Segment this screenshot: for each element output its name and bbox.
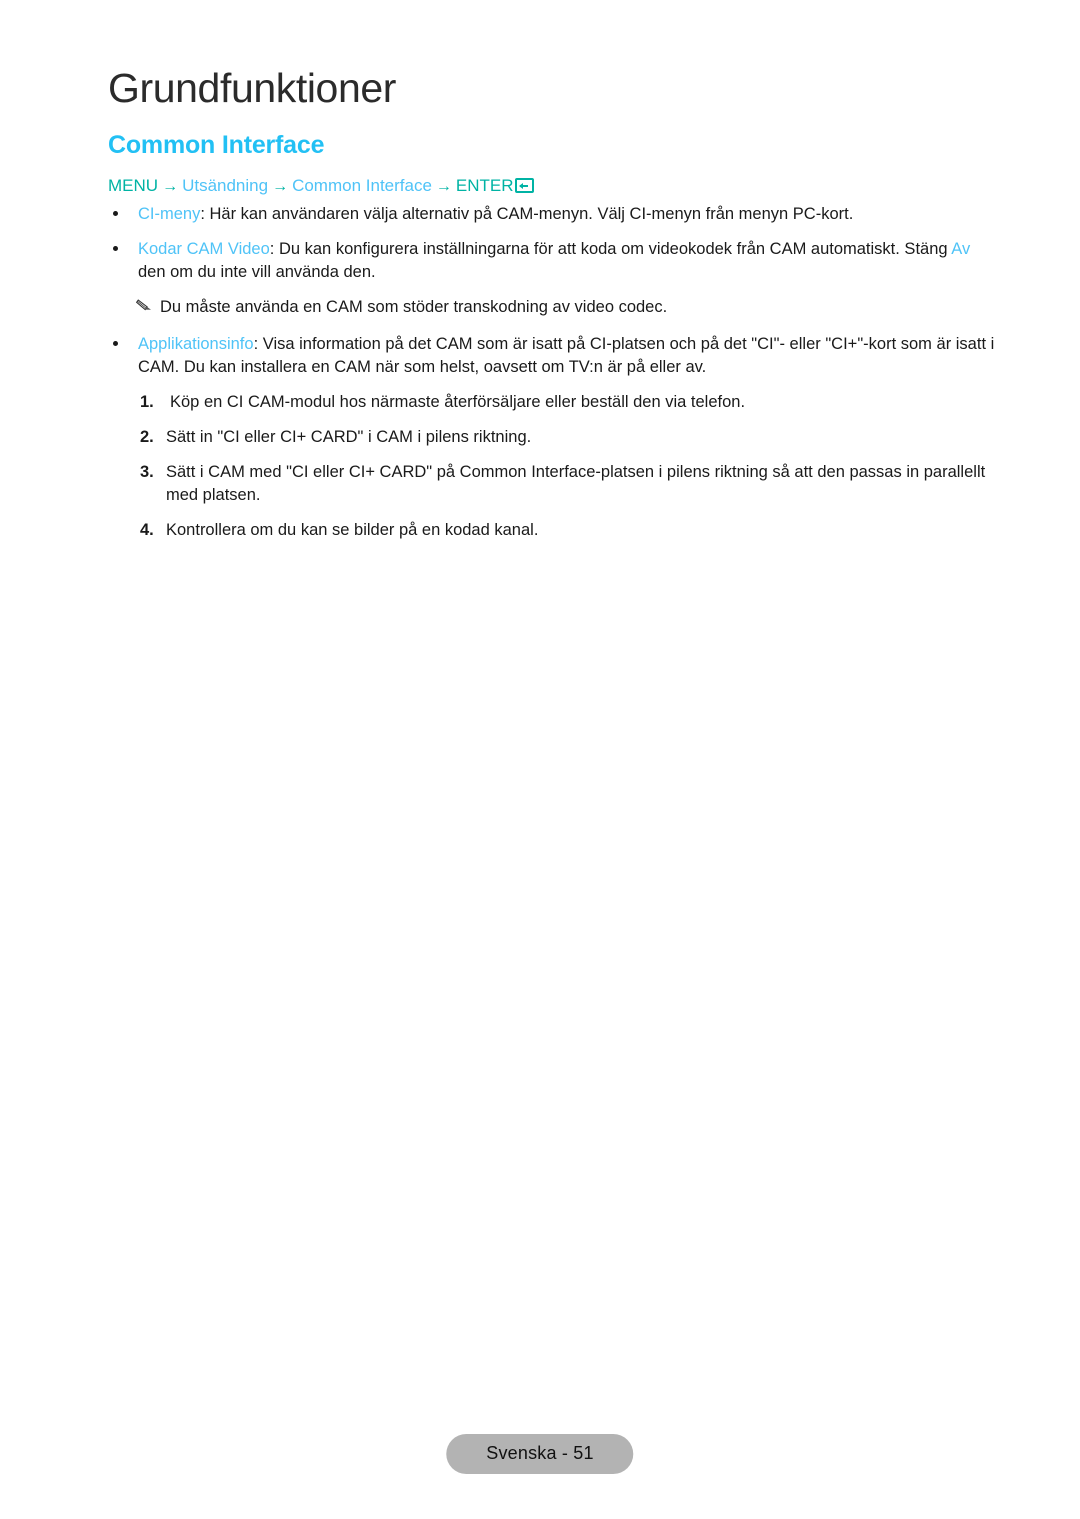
list-item: CI-meny: Här kan användaren välja altern… [0,203,1080,226]
list-item: 3. Sätt i CAM med "CI eller CI+ CARD" på … [0,461,1080,507]
breadcrumb: MENU → Utsändning → Common Interface → ENTER [108,176,534,196]
page-title: Grundfunktioner [108,65,397,111]
enter-key-icon [514,178,534,193]
document-page: Grundfunktioner Common Interface MENU → Ut… [0,0,1080,1519]
note-text: Du måste använda en CAM som stöder trans… [160,298,668,316]
option-name: Applikationsinfo [138,335,254,353]
content-body: CI-meny: Här kan användaren välja altern… [0,203,1080,554]
step-text: Sätt i CAM med "CI eller CI+ CARD" på Co… [166,463,986,504]
step-number: 3. [140,463,154,481]
list-item: Kodar CAM Video: Du kan konfigurera inst… [0,238,1080,284]
option-name: CI-meny [138,205,201,223]
step-number: 4. [140,521,154,539]
breadcrumb-arrow-2: → [272,178,289,195]
bullet-marker [113,211,118,216]
breadcrumb-step-2: Common Interface [292,176,432,195]
list-item: 2. Sätt in "CI eller CI+ CARD" i CAM i pi… [0,426,1080,449]
pencil-icon [135,298,156,316]
step-number: 2. [140,428,154,446]
breadcrumb-arrow-3: → [435,178,452,195]
breadcrumb-arrow-1: → [162,178,179,195]
breadcrumb-menu-key: MENU [108,176,159,195]
numbered-step-list: 1. Köp en CI CAM-modul hos närmaste återf… [0,391,1080,542]
list-item: 1. Köp en CI CAM-modul hos närmaste återf… [0,391,1080,414]
option-description: : Här kan användaren välja alternativ på… [200,205,854,223]
page-indicator: Svenska - 51 [446,1434,634,1474]
list-item: 4. Kontrollera om du kan se bilder på en … [0,519,1080,542]
step-text: Kontrollera om du kan se bilder på en ko… [166,521,539,539]
breadcrumb-step-1: Utsändning [182,176,269,195]
option-description: : Visa information på det CAM som är isa… [138,335,995,376]
step-number: 1. [140,393,154,411]
list-item: Applikationsinfo: Visa information på de… [0,333,1080,379]
option-description-end: den om du inte vill använda den. [138,263,376,281]
breadcrumb-enter-key: ENTER [455,176,514,195]
bullet-marker [113,246,118,251]
step-text: Sätt in "CI eller CI+ CARD" i CAM i pile… [166,428,532,446]
option-value: Av [951,240,971,258]
note-row: Du måste använda en CAM som stöder trans… [0,296,1080,319]
option-description: : Du kan konfigurera inställningarna för… [269,240,952,258]
step-text: Köp en CI CAM-modul hos närmaste återför… [170,393,746,411]
option-name: Kodar CAM Video [138,240,270,258]
section-heading: Common Interface [108,131,325,159]
bullet-marker [113,341,118,346]
